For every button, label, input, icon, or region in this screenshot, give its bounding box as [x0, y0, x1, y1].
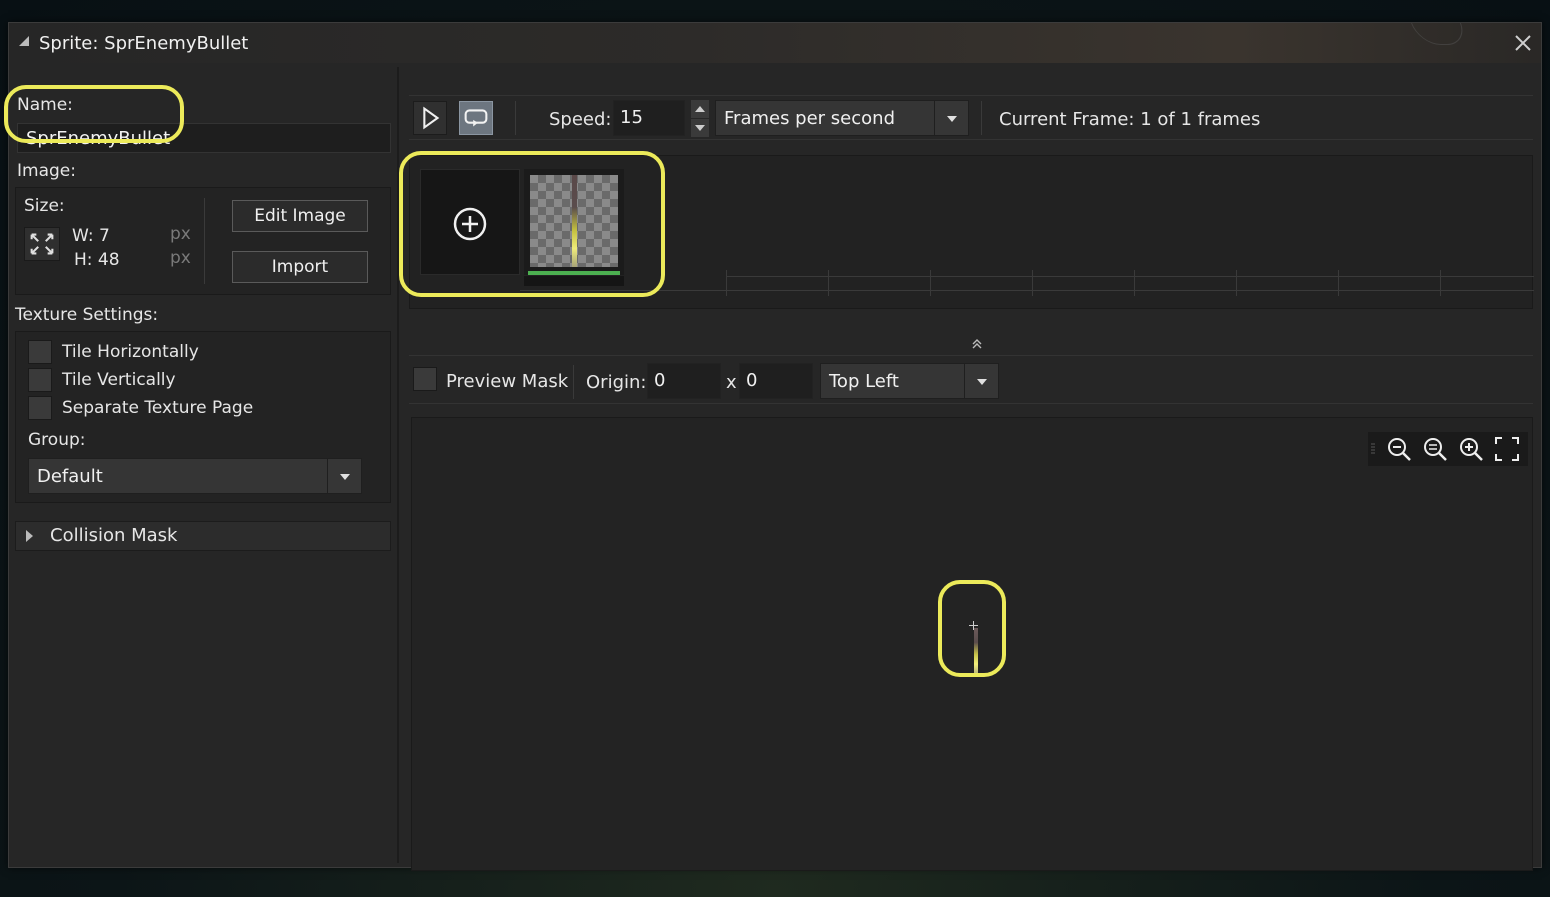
zoom-toolbar: [1368, 432, 1528, 466]
separator: [515, 101, 516, 135]
close-icon[interactable]: [1513, 33, 1533, 53]
separate-texture-page-checkbox[interactable]: [28, 396, 52, 420]
tile-vertically-label: Tile Vertically: [62, 370, 176, 390]
separator: [409, 139, 1533, 140]
collision-mask-section[interactable]: Collision Mask: [15, 521, 391, 551]
separator: [204, 198, 205, 284]
timeline-tick: [1236, 270, 1237, 296]
image-box: Size: W: 7 H: 48 px px Edit Image Import: [15, 187, 391, 295]
frame-indicator: [528, 271, 620, 275]
loop-button[interactable]: [459, 101, 493, 135]
timeline-track: [520, 290, 1534, 291]
fit-screen-button[interactable]: [1492, 434, 1522, 464]
tile-horizontally-label: Tile Horizontally: [62, 342, 199, 362]
preview-mask-label: Preview Mask: [446, 371, 569, 392]
group-dropdown[interactable]: Default: [28, 458, 362, 494]
separate-texture-page-label: Separate Texture Page: [62, 398, 254, 418]
group-label: Group:: [28, 430, 86, 450]
frame-image: [530, 175, 618, 267]
zoom-out-icon: [1388, 438, 1411, 461]
preview-mask-checkbox[interactable]: [413, 367, 437, 391]
width-value: W: 7: [72, 226, 110, 246]
speed-increment[interactable]: [691, 100, 709, 118]
chevron-down-icon: [695, 125, 705, 131]
window-grip-icon[interactable]: [19, 36, 29, 46]
tile-horizontally-checkbox[interactable]: [28, 340, 52, 364]
title-decoration: [1410, 23, 1470, 45]
zoom-reset-icon: [1424, 438, 1447, 461]
tile-vertically-checkbox[interactable]: [28, 368, 52, 392]
name-input[interactable]: [17, 123, 391, 153]
add-frame-icon: [453, 207, 487, 241]
sprite-image: [974, 628, 978, 676]
edit-image-button[interactable]: Edit Image: [232, 200, 368, 232]
expand-arrow-icon[interactable]: [26, 530, 33, 542]
separator: [409, 95, 1533, 96]
timeline-tick: [1134, 270, 1135, 296]
speed-input[interactable]: 15: [613, 100, 685, 136]
zoom-in-icon: [1460, 438, 1483, 461]
origin-preset-dropdown[interactable]: Top Left: [820, 363, 999, 399]
timeline-track: [726, 276, 1534, 277]
chevron-down-icon[interactable]: [934, 101, 968, 135]
separator: [409, 355, 1533, 356]
separator: [409, 403, 1533, 404]
loop-icon: [464, 109, 488, 127]
chevron-down-icon[interactable]: [964, 364, 998, 398]
speed-decrement[interactable]: [691, 119, 709, 137]
window-title: Sprite: SprEnemyBullet: [39, 32, 249, 54]
collision-mask-label: Collision Mask: [50, 525, 178, 546]
texture-settings-label: Texture Settings:: [15, 305, 159, 325]
speed-unit-dropdown[interactable]: Frames per second: [715, 100, 969, 136]
separator: [573, 365, 574, 399]
height-value: H: 48: [74, 250, 120, 270]
height-unit: px: [170, 248, 191, 268]
collapse-icon[interactable]: [971, 338, 983, 350]
panel-divider[interactable]: [397, 67, 399, 863]
group-value: Default: [37, 465, 103, 487]
resize-icon[interactable]: [24, 227, 60, 261]
sprite-preview: [572, 175, 577, 267]
speed-label: Speed:: [549, 109, 612, 130]
name-label: Name:: [17, 95, 73, 115]
zoom-in-button[interactable]: [1456, 434, 1486, 464]
frames-strip: [409, 155, 1534, 309]
add-frame-button[interactable]: [420, 169, 520, 275]
image-label: Image:: [17, 161, 76, 181]
timeline-tick: [1032, 270, 1033, 296]
frame-thumbnail[interactable]: [524, 169, 624, 275]
separator: [981, 101, 982, 135]
fit-screen-icon: [1495, 437, 1519, 461]
current-frame-label: Current Frame: 1 of 1 frames: [999, 109, 1261, 130]
right-panel: Speed: 15 Frames per second Current Fram…: [401, 63, 1541, 871]
toolbar-grip-icon[interactable]: [1370, 442, 1376, 456]
timeline-tick: [1440, 270, 1441, 296]
size-label: Size:: [24, 196, 65, 216]
left-panel: Name: Image: Size: W: 7 H: 48 px px: [9, 63, 397, 869]
zoom-reset-button[interactable]: [1420, 434, 1450, 464]
origin-preset-value: Top Left: [829, 370, 899, 392]
import-button[interactable]: Import: [232, 251, 368, 283]
origin-separator: x: [726, 372, 737, 393]
timeline-tick: [726, 270, 727, 296]
origin-label: Origin:: [586, 372, 647, 393]
texture-settings-box: Tile Horizontally Tile Vertically Separa…: [15, 331, 391, 503]
timeline-tick: [1338, 270, 1339, 296]
timeline-tick: [828, 270, 829, 296]
sprite-preview-canvas[interactable]: [411, 417, 1533, 871]
timeline-tick: [930, 270, 931, 296]
speed-unit-value: Frames per second: [724, 107, 895, 129]
play-button[interactable]: [413, 101, 447, 135]
frame-slot: [524, 276, 624, 286]
chevron-down-icon[interactable]: [327, 459, 361, 493]
zoom-out-button[interactable]: [1384, 434, 1414, 464]
origin-x-input[interactable]: 0: [647, 363, 721, 399]
play-icon: [423, 106, 440, 130]
width-unit: px: [170, 224, 191, 244]
title-bar[interactable]: Sprite: SprEnemyBullet: [9, 23, 1541, 63]
sprite-editor-window: Sprite: SprEnemyBullet Name: Image: Size…: [8, 22, 1542, 871]
chevron-up-icon: [695, 106, 705, 112]
origin-y-input[interactable]: 0: [739, 363, 813, 399]
